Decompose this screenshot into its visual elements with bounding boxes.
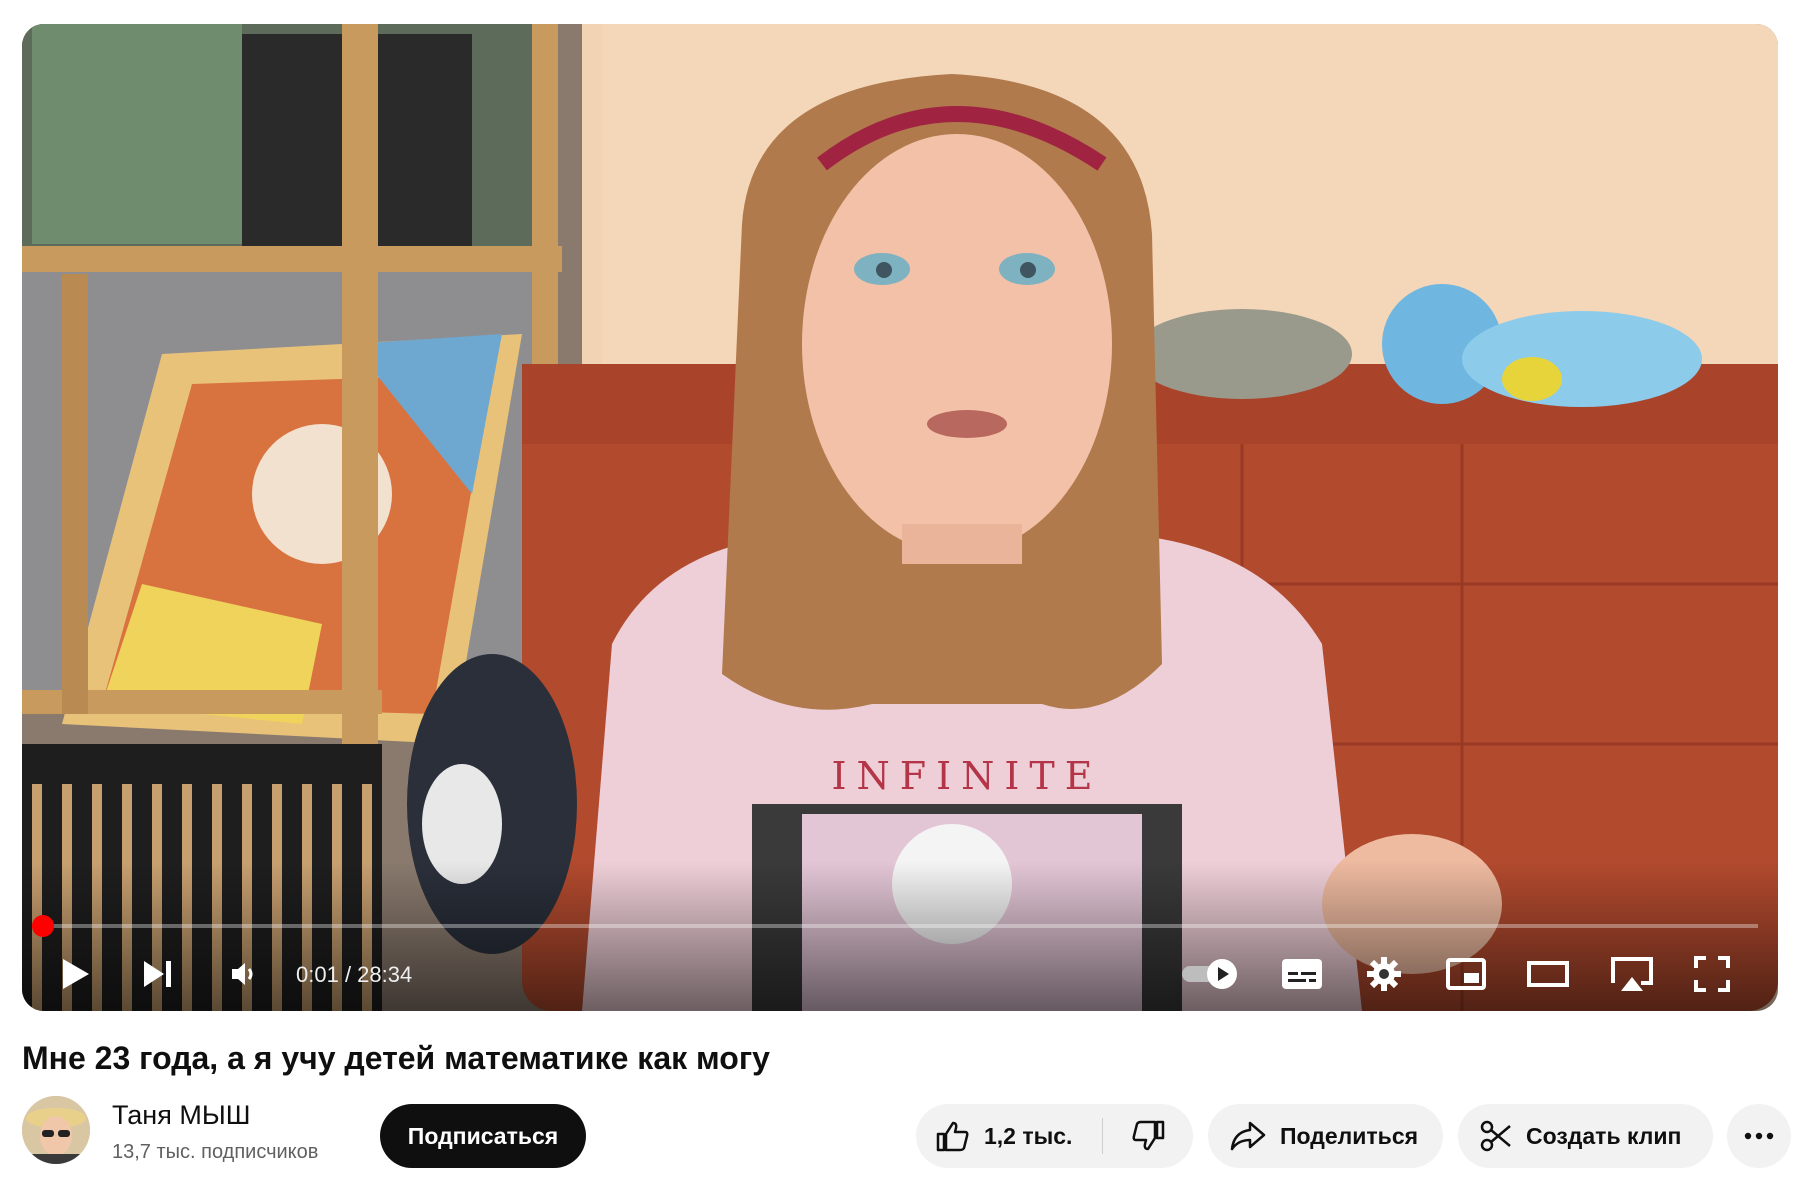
video-player[interactable]: INFINITE 0:01 / 28:34 — [22, 24, 1778, 1011]
autoplay-toggle-icon — [1182, 959, 1237, 989]
miniplayer-icon — [1446, 958, 1486, 990]
settings-gear-icon — [1367, 957, 1401, 991]
share-label: Поделиться — [1280, 1122, 1419, 1149]
like-dislike-group: 1,2 тыс. — [916, 1104, 1193, 1168]
share-button[interactable]: Поделиться — [1208, 1104, 1443, 1168]
subtitles-icon — [1282, 959, 1322, 989]
share-icon — [1230, 1121, 1266, 1151]
time-separator: / — [338, 962, 358, 987]
progress-bar[interactable] — [32, 915, 1758, 937]
thumbs-down-icon — [1132, 1120, 1164, 1151]
thumbs-up-icon — [936, 1121, 969, 1152]
video-title: Мне 23 года, а я учу детей математике ка… — [22, 1040, 770, 1076]
time-current: 0:01 — [296, 962, 339, 987]
subscriber-count: 13,7 тыс. подписчиков — [112, 1141, 319, 1163]
play-icon — [63, 959, 89, 989]
channel-name[interactable]: Таня МЫШ — [112, 1098, 250, 1132]
subscribe-button[interactable]: Подписаться — [380, 1104, 586, 1168]
play-button[interactable] — [50, 948, 102, 1000]
volume-icon — [232, 963, 253, 985]
more-horizontal-icon — [1744, 1132, 1774, 1140]
cast-icon — [1611, 957, 1653, 991]
miniplayer-button[interactable] — [1440, 948, 1492, 1000]
channel-avatar[interactable] — [22, 1096, 90, 1164]
controls-gradient — [22, 861, 1778, 1011]
create-clip-label: Создать клип — [1526, 1122, 1682, 1149]
settings-button[interactable] — [1358, 948, 1410, 1000]
time-total: 28:34 — [357, 962, 413, 987]
fullscreen-icon — [1694, 956, 1730, 992]
theater-mode-icon — [1527, 961, 1569, 987]
dislike-button[interactable] — [1103, 1104, 1192, 1168]
autoplay-toggle[interactable] — [1176, 948, 1246, 1000]
like-count: 1,2 тыс. — [984, 1122, 1073, 1149]
shirt-text: INFINITE — [832, 754, 1103, 798]
subtitles-button[interactable] — [1276, 948, 1328, 1000]
like-button[interactable]: 1,2 тыс. — [916, 1104, 1102, 1168]
avatar-image — [22, 1096, 90, 1164]
scissors-icon — [1480, 1120, 1511, 1152]
volume-button[interactable] — [218, 948, 270, 1000]
cast-button[interactable] — [1602, 948, 1662, 1000]
next-button[interactable] — [132, 948, 184, 1000]
progress-scrubber[interactable] — [32, 915, 55, 937]
next-icon — [144, 961, 171, 987]
create-clip-button[interactable]: Создать клип — [1458, 1104, 1713, 1168]
theater-mode-button[interactable] — [1522, 948, 1574, 1000]
time-display: 0:01 / 28:34 — [296, 959, 412, 991]
fullscreen-button[interactable] — [1686, 948, 1738, 1000]
more-actions-button[interactable] — [1727, 1104, 1791, 1168]
